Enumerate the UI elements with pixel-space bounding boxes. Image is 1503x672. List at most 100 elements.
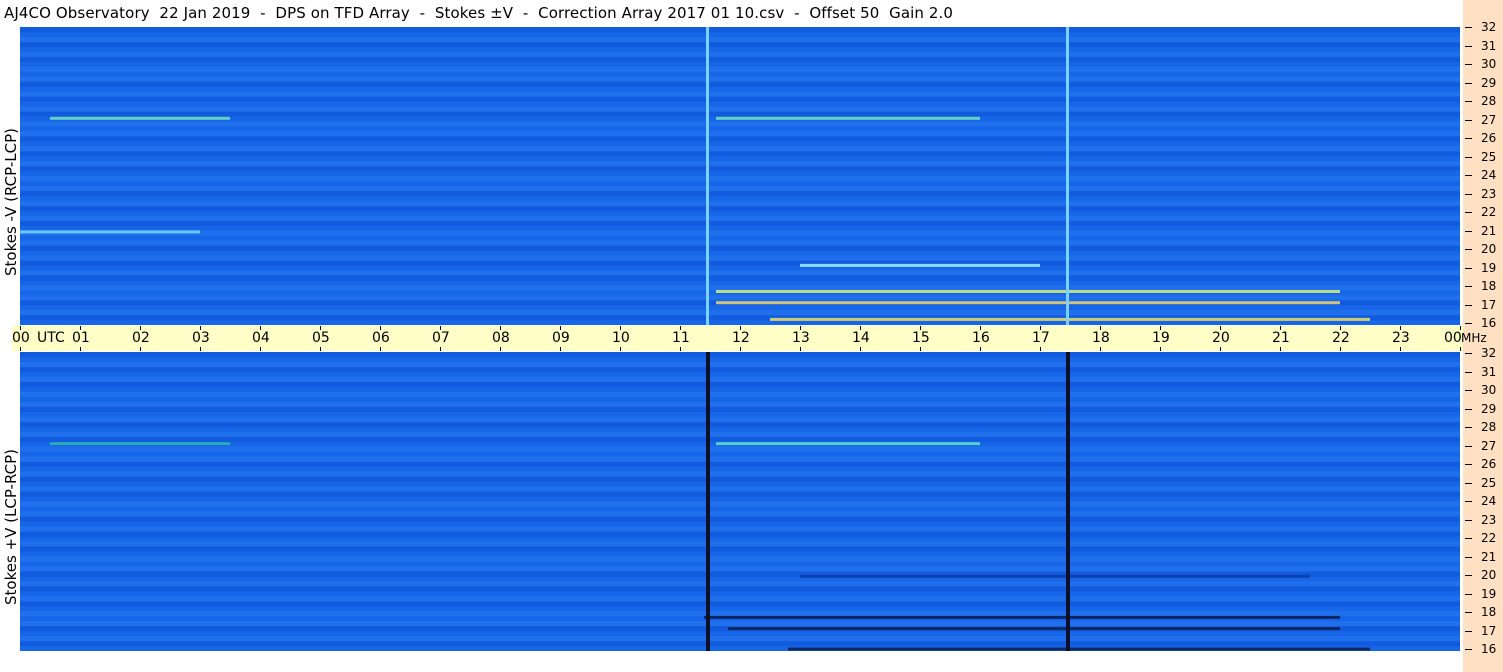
- background-stripe: [20, 220, 1460, 227]
- background-stripe: [20, 91, 1460, 98]
- frequency-tick-label: 19: [1481, 586, 1497, 601]
- frequency-tick-label: 26: [1481, 457, 1497, 471]
- time-tick: [1400, 347, 1401, 351]
- frequency-tick-label: 30: [1481, 383, 1497, 397]
- background-stripe: [20, 270, 1460, 276]
- background-stripe: [20, 280, 1460, 286]
- frequency-tick: [1465, 482, 1472, 484]
- frequency-tick: [1465, 119, 1472, 121]
- frequency-tick: [1465, 501, 1472, 502]
- background-stripe: [20, 381, 1460, 388]
- background-stripe: [20, 101, 1460, 107]
- background-stripe: [20, 205, 1460, 212]
- background-stripe: [20, 556, 1460, 562]
- frequency-tick-label: 32: [1481, 20, 1497, 34]
- time-tick: [680, 347, 681, 351]
- frequency-tick-label: 31: [1481, 38, 1497, 53]
- background-stripe: [20, 456, 1460, 463]
- frequency-tick-label: 25: [1481, 149, 1497, 164]
- chart-title: AJ4CO Observatory 22 Jan 2019 - DPS on T…: [4, 4, 954, 22]
- background-stripe: [20, 531, 1460, 537]
- frequency-tick-label: 17: [1481, 297, 1497, 312]
- background-stripe: [20, 546, 1460, 552]
- frequency-tick-label: 16: [1481, 316, 1497, 330]
- frequency-tick-label: 23: [1481, 186, 1497, 201]
- frequency-tick-label: 23: [1481, 512, 1497, 527]
- background-stripe: [20, 501, 1460, 507]
- background-stripe: [20, 176, 1460, 182]
- frequency-tick-label: 18: [1481, 605, 1497, 619]
- background-stripe: [20, 51, 1460, 58]
- frequency-tick: [1465, 138, 1472, 139]
- time-tick-label: 21: [1272, 330, 1290, 346]
- background-stripe: [20, 581, 1460, 587]
- background-stripe: [20, 461, 1460, 468]
- background-stripe: [20, 56, 1460, 63]
- frequency-tick: [1465, 323, 1472, 324]
- background-stripe: [20, 541, 1460, 547]
- time-tick: [380, 347, 381, 351]
- frequency-tick-label: 29: [1481, 75, 1497, 90]
- signal-feature: [770, 317, 1370, 321]
- time-tick: [1220, 347, 1221, 351]
- background-stripe: [20, 240, 1460, 247]
- background-stripe: [20, 46, 1460, 53]
- frequency-tick: [1465, 390, 1472, 391]
- background-stripe: [20, 391, 1460, 398]
- frequency-tick: [1465, 427, 1472, 428]
- background-stripe: [20, 536, 1460, 542]
- top-spectrogram-svg: [20, 27, 1460, 325]
- frequency-tick: [1465, 353, 1472, 354]
- frequency-tick: [1465, 82, 1472, 84]
- background-stripe: [20, 606, 1460, 612]
- frequency-tick-label: 24: [1481, 494, 1497, 508]
- time-tick: [920, 347, 921, 351]
- background-stripe: [20, 641, 1460, 647]
- frequency-tick-label: 31: [1481, 364, 1497, 379]
- frequency-tick: [1465, 593, 1472, 595]
- background-stripe: [20, 161, 1460, 167]
- background-stripe: [20, 431, 1460, 438]
- time-tick: [200, 347, 201, 351]
- background-stripe: [20, 566, 1460, 572]
- frequency-tick-label: 21: [1481, 223, 1497, 238]
- background-stripe: [20, 601, 1460, 607]
- background-stripe: [20, 166, 1460, 172]
- time-tick-label: 12: [732, 330, 750, 346]
- time-tick-label: 08: [492, 330, 510, 346]
- time-tick: [740, 347, 741, 351]
- background-stripe: [20, 451, 1460, 458]
- background-stripe: [20, 61, 1460, 68]
- time-tick-label: 04: [252, 330, 270, 346]
- time-tick-label: 20: [1212, 330, 1230, 346]
- vertical-marker: [1066, 27, 1069, 325]
- background-stripe: [20, 66, 1460, 73]
- frequency-tick-label: 22: [1481, 205, 1497, 219]
- background-stripe: [20, 362, 1460, 368]
- background-stripe: [20, 521, 1460, 527]
- frequency-tick-label: 30: [1481, 57, 1497, 71]
- time-tick: [1100, 347, 1101, 351]
- time-tick-label: 00: [1444, 330, 1462, 346]
- frequency-tick: [1465, 230, 1472, 232]
- background-stripe: [20, 171, 1460, 177]
- background-stripe: [20, 471, 1460, 478]
- time-tick-label: 16: [972, 330, 990, 346]
- background-stripe: [20, 386, 1460, 393]
- background-stripe: [20, 506, 1460, 512]
- background-stripe: [20, 586, 1460, 592]
- frequency-tick-label: 28: [1481, 94, 1497, 108]
- background-stripe: [20, 235, 1460, 242]
- background-stripe: [20, 111, 1460, 117]
- background-stripe: [20, 41, 1460, 48]
- background-stripe: [20, 81, 1460, 88]
- background-stripe: [20, 416, 1460, 423]
- background-stripe: [20, 260, 1460, 266]
- time-tick-label: 09: [552, 330, 570, 346]
- frequency-tick-label: 32: [1481, 346, 1497, 360]
- time-tick: [260, 347, 261, 351]
- time-axis-bar: 00 01 02 03 04 05 06 07 08 09 10 11 12 13 14 15 16 17 18 19…: [12, 326, 1487, 351]
- frequency-tick: [1465, 101, 1472, 102]
- time-tick: [1340, 347, 1341, 351]
- time-tick-label: 06: [372, 330, 390, 346]
